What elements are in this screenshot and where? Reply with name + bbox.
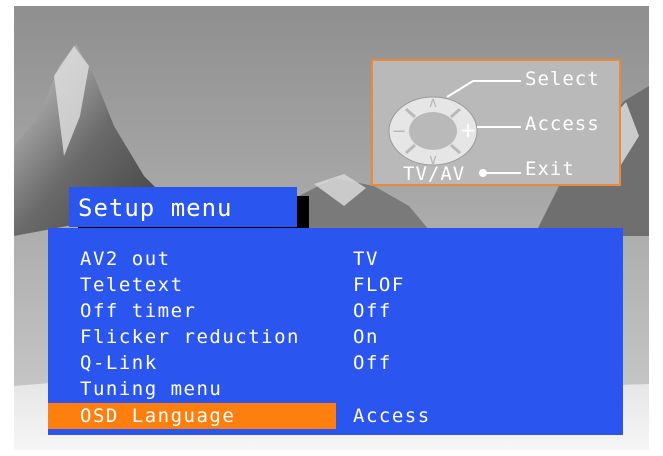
menu-item-value: Off <box>353 300 392 322</box>
menu-item-q-link[interactable]: Q-Link Off <box>48 350 623 376</box>
exit-label: Exit <box>525 158 575 180</box>
menu-title-bar: Setup menu <box>69 187 297 227</box>
menu-item-label: OSD Language <box>80 405 236 427</box>
menu-item-value: On <box>353 326 379 348</box>
select-connector <box>446 80 521 98</box>
select-label: Select <box>525 68 600 90</box>
menu-item-label: AV2 out <box>80 248 171 270</box>
dpad-center <box>409 112 457 150</box>
menu-item-tuning-menu[interactable]: Tuning menu <box>48 376 623 402</box>
plus-icon: + <box>460 118 477 142</box>
menu-item-label: Flicker reduction <box>80 326 300 348</box>
menu-item-label: Tuning menu <box>80 378 223 400</box>
menu-item-value: Access <box>353 405 431 427</box>
menu-item-label: Teletext <box>80 274 184 296</box>
setup-menu-panel: AV2 out TV Teletext FLOF Off timer Off F… <box>48 228 623 435</box>
up-icon: ∧ <box>428 95 438 111</box>
remote-help-panel: ∧ ∨ − + Select Access Exit TV/AV <box>371 59 621 186</box>
menu-item-value: Off <box>353 352 392 374</box>
access-label: Access <box>525 113 600 135</box>
menu-item-value: TV <box>353 248 379 270</box>
menu-item-teletext[interactable]: Teletext FLOF <box>48 272 623 298</box>
menu-title: Setup menu <box>78 194 233 222</box>
minus-icon: − <box>391 121 406 142</box>
menu-item-label: Q-Link <box>80 352 158 374</box>
menu-item-off-timer[interactable]: Off timer Off <box>48 298 623 324</box>
tv-screen: ∧ ∨ − + Select Access Exit TV/AV Setup m… <box>14 6 649 450</box>
menu-item-value: FLOF <box>353 274 405 296</box>
menu-item-flicker-reduction[interactable]: Flicker reduction On <box>48 324 623 350</box>
tvav-label: TV/AV <box>403 163 466 185</box>
menu-item-av2-out[interactable]: AV2 out TV <box>48 246 623 272</box>
menu-item-osd-language[interactable]: OSD Language Access <box>48 403 623 429</box>
menu-item-label: Off timer <box>80 300 197 322</box>
